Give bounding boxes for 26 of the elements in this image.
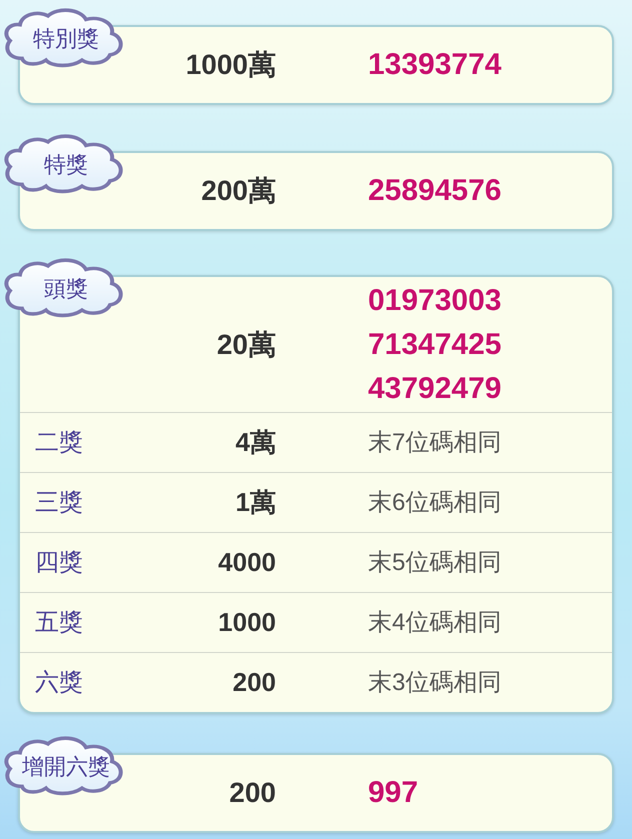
prize-amount: 1000: [217, 606, 276, 639]
prize-name: 二獎: [34, 428, 84, 458]
match-rule: 末3位碼相同: [368, 668, 502, 698]
prize-name: 三獎: [34, 488, 84, 518]
prize-amount: 200萬: [200, 174, 276, 208]
winning-number: 25894576: [368, 173, 502, 209]
winning-number: 13393774: [368, 47, 502, 83]
prize-amount: 20萬: [216, 328, 276, 362]
winning-number: 01973003: [368, 282, 502, 318]
match-rule: 末5位碼相同: [368, 548, 502, 578]
prize-amount: 4萬: [234, 426, 276, 459]
prize-amount: 1萬: [234, 486, 276, 519]
prize-tag: 增開六獎: [2, 735, 126, 797]
prize-amount: 4000: [217, 546, 276, 579]
match-rule: 末6位碼相同: [368, 488, 502, 518]
prize-name: 六獎: [34, 668, 84, 698]
prize-name: 五獎: [34, 608, 84, 638]
winning-number: 997: [368, 775, 418, 811]
winning-number: 71347425: [368, 326, 502, 362]
prize-name: 四獎: [34, 548, 84, 578]
match-rule: 末7位碼相同: [368, 428, 502, 458]
prize-amount: 200: [228, 776, 276, 810]
winning-number: 43792479: [368, 370, 502, 406]
prize-amount: 200: [232, 666, 276, 699]
match-rule: 末4位碼相同: [368, 608, 502, 638]
prize-amount: 1000萬: [184, 48, 276, 82]
